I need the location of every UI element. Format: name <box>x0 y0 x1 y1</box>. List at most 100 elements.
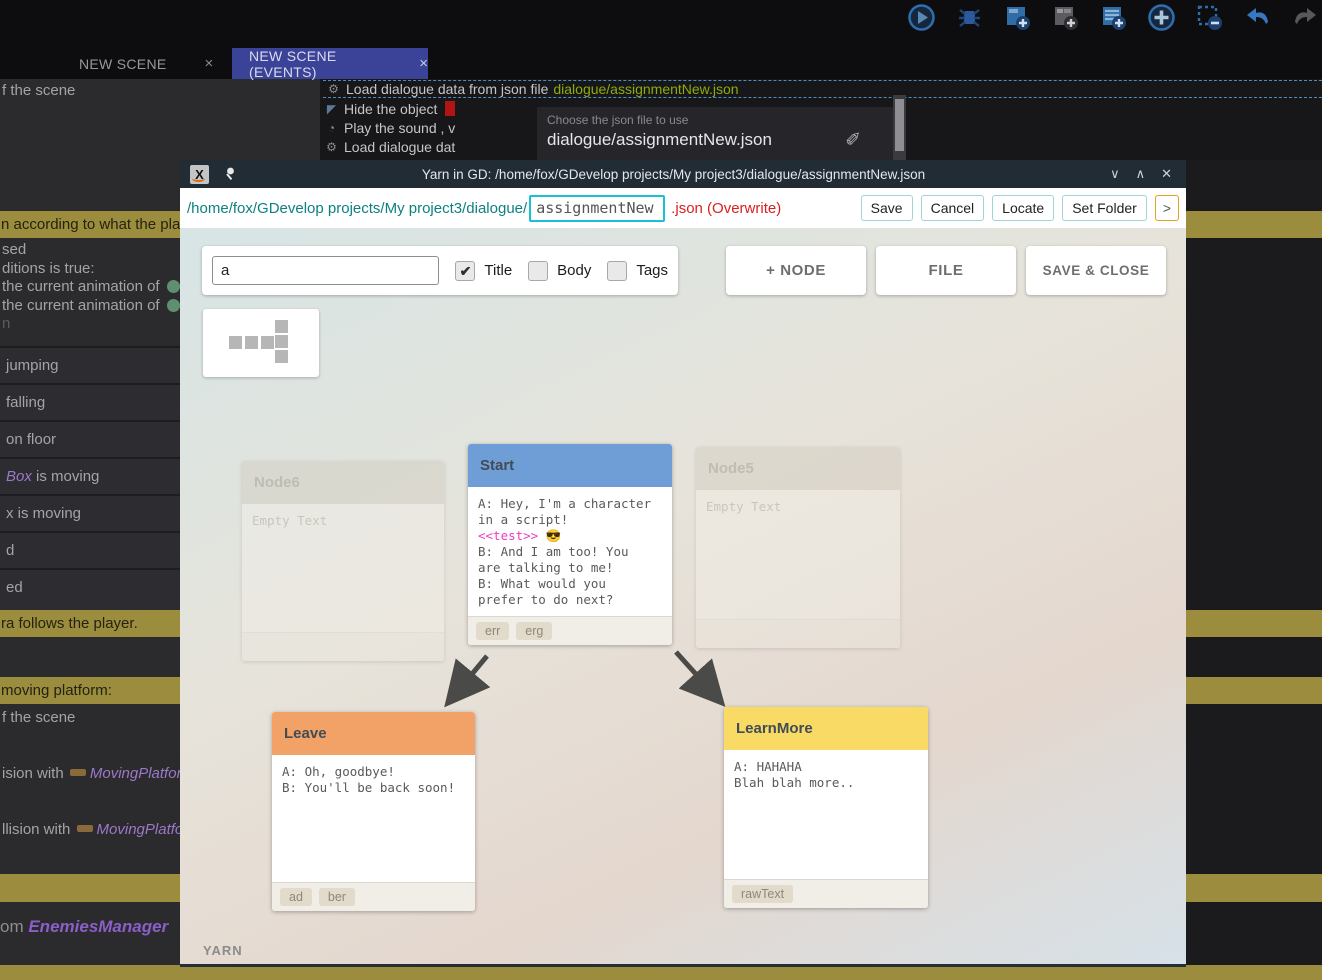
dialog-title: Yarn in GD: /home/fox/GDevelop projects/… <box>237 167 1110 182</box>
dialog-titlebar[interactable]: X Yarn in GD: /home/fox/GDevelop project… <box>180 160 1186 188</box>
yarn-node-learnmore[interactable]: LearnMore A: HAHAHA Blah blah more.. raw… <box>724 707 928 908</box>
filename-input[interactable] <box>529 195 665 222</box>
yarn-watermark: YARN <box>203 943 243 958</box>
path-prefix: /home/fox/GDevelop projects/My project3/… <box>187 200 527 217</box>
search-input[interactable] <box>212 256 439 285</box>
node-tag[interactable]: err <box>476 622 509 640</box>
window-app-icon: X <box>190 165 209 184</box>
filter-tags-checkbox[interactable] <box>607 261 627 281</box>
locate-button[interactable]: Locate <box>992 195 1054 221</box>
node-tag[interactable]: rawText <box>732 885 793 903</box>
node-footer: err erg <box>468 616 672 645</box>
yarn-node-start[interactable]: Start A: Hey, I'm a character in a scrip… <box>468 444 672 645</box>
edit-pencil-icon[interactable]: ✐ <box>845 129 861 152</box>
cancel-button[interactable]: Cancel <box>921 195 985 221</box>
canvas-controls-widget[interactable] <box>203 309 319 377</box>
add-event-icon[interactable] <box>1003 3 1032 32</box>
condition-line[interactable]: the current animation of Pl <box>2 278 196 295</box>
add-circle-icon[interactable] <box>1147 3 1176 32</box>
tab-close-icon[interactable]: × <box>419 55 428 72</box>
condition-line[interactable]: ision with MovingPlatform <box>2 765 194 782</box>
event-action[interactable]: ◤ Hide the object <box>325 100 455 117</box>
filter-title-label: Title <box>484 262 512 279</box>
save-button[interactable]: Save <box>861 195 913 221</box>
set-folder-button[interactable]: Set Folder <box>1062 195 1147 221</box>
remove-selection-icon[interactable] <box>1195 3 1224 32</box>
window-maximize-icon[interactable]: ∧ <box>1136 166 1146 182</box>
event-text: f the scene <box>2 82 75 99</box>
object-thumbnail-icon <box>167 280 180 293</box>
add-node-button[interactable]: + NODE <box>726 246 866 295</box>
add-comment-icon[interactable] <box>1099 3 1128 32</box>
more-button[interactable]: > <box>1155 195 1179 221</box>
debug-icon[interactable] <box>955 3 984 32</box>
node-footer: ad ber <box>272 882 475 911</box>
tab-bar: NEW SCENE × NEW SCENE (EVENTS) × <box>0 48 1322 79</box>
yarn-dialog: X Yarn in GD: /home/fox/GDevelop project… <box>180 160 1186 967</box>
node-tag[interactable]: ber <box>319 888 355 906</box>
event-action[interactable]: ⚙ Load dialogue dat <box>325 138 455 155</box>
yarn-node-leave[interactable]: Leave A: Oh, goodbye! B: You'll be back … <box>272 712 475 911</box>
object-color-swatch <box>445 101 455 116</box>
node-footer <box>696 619 900 648</box>
event-text: f the scene <box>2 709 75 726</box>
yarn-node-node5[interactable]: Node5 Empty Text <box>696 447 900 648</box>
filter-body-checkbox[interactable] <box>528 261 548 281</box>
add-subevent-icon[interactable] <box>1051 3 1080 32</box>
condition-line[interactable]: ditions is true: <box>2 260 95 277</box>
event-text[interactable]: om EnemiesManager <box>0 917 168 937</box>
node-body: Empty Text <box>696 490 900 619</box>
condition-line[interactable]: the current animation of Pl <box>2 297 196 314</box>
filter-tags-label: Tags <box>636 262 668 279</box>
node-title: Start <box>468 444 672 487</box>
comment-row <box>0 965 320 980</box>
node-footer <box>242 632 444 661</box>
yarn-node-node6[interactable]: Node6 Empty Text <box>242 461 444 661</box>
json-file-field[interactable]: dialogue/assignmentNew.json <box>547 130 772 150</box>
gear-icon: ⚙ <box>327 82 340 96</box>
redo-icon[interactable] <box>1291 3 1320 32</box>
popover-hint: Choose the json file to use <box>547 113 688 127</box>
filter-body-label: Body <box>557 262 591 279</box>
node-footer: rawText <box>724 879 928 908</box>
condition-line[interactable]: n <box>2 315 10 332</box>
node-title: Node6 <box>242 461 444 504</box>
yarn-canvas[interactable]: ✔ Title Body Tags + NODE FILE SAVE & CLO… <box>180 228 1186 964</box>
condition-line[interactable]: llision with MovingPlatform <box>2 821 201 838</box>
window-shade-icon[interactable]: ∨ <box>1110 166 1120 182</box>
scrollbar[interactable] <box>893 95 906 160</box>
undo-icon[interactable] <box>1243 3 1272 32</box>
event-action[interactable]: ◔ Play the sound , v <box>325 119 455 136</box>
pin-icon[interactable] <box>221 166 237 182</box>
play-icon[interactable] <box>907 3 936 32</box>
node-title: Leave <box>272 712 475 755</box>
tab-close-icon[interactable]: × <box>205 55 214 72</box>
selected-event-action[interactable]: ⚙ Load dialogue data from json file dial… <box>323 80 1322 98</box>
node-body: Empty Text <box>242 504 444 632</box>
window-close-icon[interactable]: ✕ <box>1161 166 1172 182</box>
filter-title-checkbox[interactable]: ✔ <box>455 261 475 281</box>
play-sound-icon: ◔ <box>325 121 338 135</box>
main-toolbar <box>0 0 1322 48</box>
scrollbar-thumb[interactable] <box>895 99 904 151</box>
object-thumbnail-icon <box>77 825 93 832</box>
hide-object-icon: ◤ <box>325 102 338 116</box>
object-thumbnail-icon <box>70 769 86 776</box>
node-title: LearnMore <box>724 707 928 750</box>
node-body: A: HAHAHA Blah blah more.. <box>724 750 928 879</box>
file-path-bar: /home/fox/GDevelop projects/My project3/… <box>180 188 1186 228</box>
node-title: Node5 <box>696 447 900 490</box>
condition-line[interactable]: sed <box>2 241 26 258</box>
overwrite-warning: .json (Overwrite) <box>671 200 781 217</box>
file-button[interactable]: FILE <box>876 246 1016 295</box>
object-thumbnail-icon <box>167 299 180 312</box>
events-actions-panel: ⚙ Load dialogue data from json file dial… <box>320 79 1322 160</box>
gear-icon: ⚙ <box>325 140 338 154</box>
tab-new-scene[interactable]: NEW SCENE × <box>48 48 232 79</box>
action-parameter[interactable]: dialogue/assignmentNew.json <box>553 81 738 97</box>
node-tag[interactable]: erg <box>516 622 552 640</box>
search-bar: ✔ Title Body Tags <box>202 246 678 295</box>
tab-new-scene-events[interactable]: NEW SCENE (EVENTS) × <box>232 48 428 79</box>
node-tag[interactable]: ad <box>280 888 312 906</box>
save-and-close-button[interactable]: SAVE & CLOSE <box>1026 246 1166 295</box>
